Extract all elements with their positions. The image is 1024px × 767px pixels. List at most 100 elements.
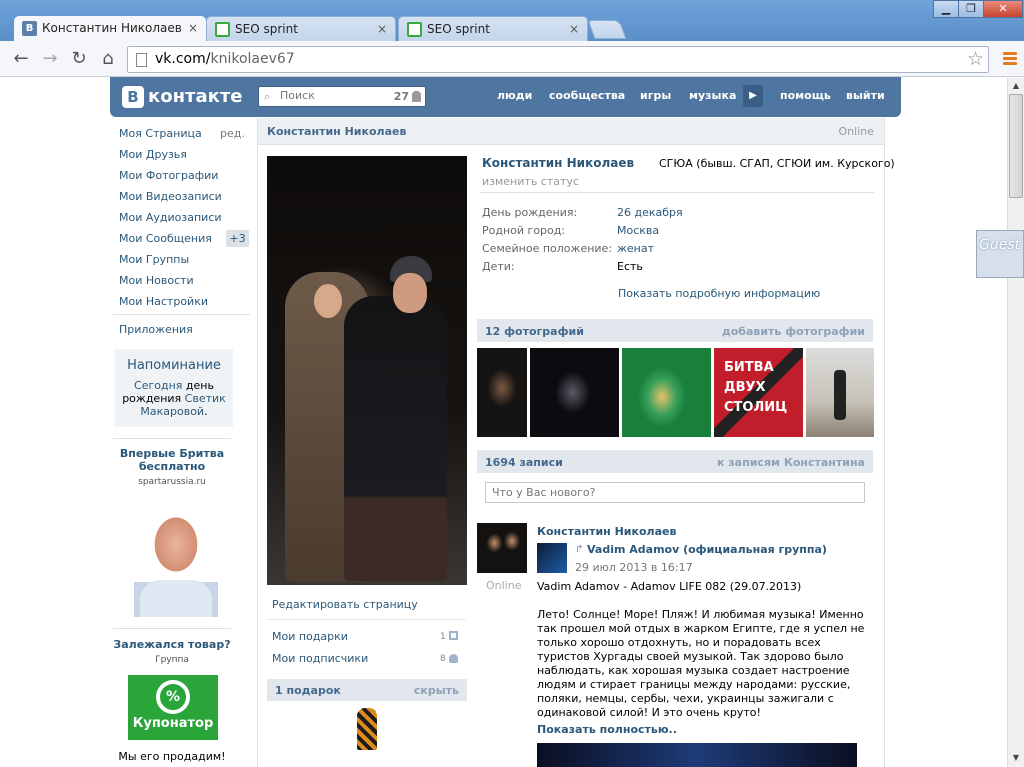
photo-thumbnail[interactable] xyxy=(530,348,619,437)
back-icon[interactable]: ← xyxy=(10,48,32,70)
menu-my-videos[interactable]: Мои Видеозаписи xyxy=(119,190,222,203)
post-date[interactable]: 29 июл 2013 в 16:17 xyxy=(575,561,693,574)
ad-divider xyxy=(113,628,231,629)
scroll-down-icon[interactable]: ▼ xyxy=(1008,750,1024,766)
menu-my-settings[interactable]: Мои Настройки xyxy=(119,295,208,308)
vk-logo[interactable]: Вконтакте xyxy=(122,86,242,108)
nav-games[interactable]: игры xyxy=(640,89,671,102)
browser-toolbar: ← → ↻ ⌂ vk.com/knikolaev67 ☆ xyxy=(0,41,1024,77)
scroll-up-icon[interactable]: ▲ xyxy=(1008,78,1024,94)
reload-icon[interactable]: ↻ xyxy=(68,48,90,70)
messages-badge[interactable]: +3 xyxy=(226,230,249,247)
nav-communities[interactable]: сообщества xyxy=(549,89,625,102)
search-count: 27 xyxy=(393,90,409,103)
ad-title[interactable]: Впервые Бритва бесплатно xyxy=(113,447,231,473)
gifts-hide-link[interactable]: скрыть xyxy=(414,684,459,697)
post-author-name[interactable]: Константин Николаев xyxy=(537,525,676,538)
menu-my-groups[interactable]: Мои Группы xyxy=(119,253,189,266)
scroll-thumb[interactable] xyxy=(1009,94,1023,198)
post-attachment-image[interactable] xyxy=(537,743,857,767)
photos-header: 12 фотографий добавить фотографии xyxy=(477,319,873,342)
bookmark-star-icon[interactable]: ☆ xyxy=(967,48,984,70)
maximize-button[interactable]: ❐ xyxy=(958,0,984,18)
add-photos-link[interactable]: добавить фотографии xyxy=(722,325,865,338)
show-full-post-link[interactable]: Показать полностью.. xyxy=(537,723,677,736)
wall-title[interactable]: 1694 записи xyxy=(485,456,563,469)
ad-razor[interactable]: Впервые Бритва бесплатно spartarussia.ru xyxy=(113,447,231,487)
gifts-title[interactable]: 1 подарок xyxy=(275,684,341,697)
search-input[interactable] xyxy=(280,89,390,102)
nav-logout[interactable]: выйти xyxy=(846,89,885,102)
ad-title[interactable]: Залежался товар? xyxy=(113,638,231,651)
reminder-text: Сегодня день рождения Светик Макаровой. xyxy=(122,379,226,418)
menu-my-friends[interactable]: Мои Друзья xyxy=(119,148,187,161)
photo-thumbnail[interactable]: БИТВА ДВУХ СТОЛИЦ xyxy=(714,348,803,437)
subscribers-count: 8 xyxy=(440,654,446,664)
repost-group-name[interactable]: Vadim Adamov (официальная группа) xyxy=(587,543,827,556)
tab-label: SEO sprint xyxy=(235,22,298,36)
hometown-value[interactable]: Москва xyxy=(617,224,659,237)
menu-my-photos[interactable]: Мои Фотографии xyxy=(119,169,218,182)
tab-close-icon[interactable]: × xyxy=(569,17,579,42)
birthday-value[interactable]: 26 декабря xyxy=(617,206,683,219)
wall-post-input[interactable] xyxy=(486,483,864,502)
kuponator-logo[interactable]: % Купонатор xyxy=(128,675,218,740)
menu-my-audio[interactable]: Мои Аудиозаписи xyxy=(119,211,222,224)
profile-photo[interactable] xyxy=(267,156,467,585)
minimize-button[interactable]: ▁ xyxy=(933,0,959,18)
photo-thumbnail[interactable] xyxy=(477,348,527,437)
gifts-count: 1 xyxy=(440,632,446,642)
nav-music[interactable]: музыка xyxy=(689,89,736,102)
menu-my-messages[interactable]: Мои Сообщения xyxy=(119,232,212,245)
nav-help[interactable]: помощь xyxy=(780,89,831,102)
my-subscribers-link[interactable]: Мои подписчики xyxy=(272,652,368,665)
tab-label: Константин Николаев xyxy=(42,21,182,35)
nav-people[interactable]: люди xyxy=(497,89,532,102)
profile-school: СГЮА (бывш. СГАП, СГЮИ им. Курского) xyxy=(659,157,895,170)
reminder-title: Напоминание xyxy=(127,358,221,373)
tab-seo-sprint-2[interactable]: SEO sprint × xyxy=(398,16,588,41)
photos-title[interactable]: 12 фотографий xyxy=(485,325,584,338)
play-icon[interactable]: ▶ xyxy=(743,85,763,107)
forward-icon[interactable]: → xyxy=(39,48,61,70)
post-author-avatar[interactable] xyxy=(477,523,527,573)
birthday-reminder: Напоминание Сегодня день рождения Светик… xyxy=(115,349,233,427)
photo-face xyxy=(314,284,342,318)
gift-icon xyxy=(449,631,458,640)
address-bar[interactable]: vk.com/knikolaev67 ☆ xyxy=(127,46,989,73)
seo-favicon-icon xyxy=(215,22,230,37)
search-box[interactable]: ⌕ 27 xyxy=(258,86,426,107)
new-tab-button[interactable] xyxy=(587,20,627,39)
st-george-ribbon-gift[interactable] xyxy=(357,708,377,750)
page-scrollbar[interactable]: ▲ ▼ xyxy=(1007,78,1024,767)
ad-kuponator[interactable]: Залежался товар? Группа xyxy=(113,638,231,665)
repost-group-avatar[interactable] xyxy=(537,543,567,573)
photo-thumbnail[interactable] xyxy=(806,348,874,437)
menu-my-page[interactable]: Моя Страница xyxy=(119,127,202,140)
my-gifts-link[interactable]: Мои подарки xyxy=(272,630,348,643)
percent-icon: % xyxy=(156,680,190,714)
tab-close-icon[interactable]: × xyxy=(188,16,198,41)
relationship-value[interactable]: женат xyxy=(617,242,654,255)
menu-apps[interactable]: Приложения xyxy=(119,323,193,336)
divider xyxy=(266,619,466,620)
change-status-link[interactable]: изменить статус xyxy=(482,175,579,188)
wall-owner-link[interactable]: к записям Константина xyxy=(717,456,865,469)
reminder-today-link[interactable]: Сегодня xyxy=(134,379,182,392)
close-window-button[interactable]: ✕ xyxy=(983,0,1023,18)
tab-close-icon[interactable]: × xyxy=(377,17,387,42)
tab-seo-sprint-1[interactable]: SEO sprint × xyxy=(206,16,396,41)
show-more-info-link[interactable]: Показать подробную информацию xyxy=(618,287,820,300)
home-icon[interactable]: ⌂ xyxy=(97,48,119,70)
edit-page-link[interactable]: Редактировать страницу xyxy=(272,598,418,611)
menu-icon[interactable] xyxy=(1003,52,1017,66)
menu-my-news[interactable]: Мои Новости xyxy=(119,274,194,287)
photo-thumbnail[interactable] xyxy=(622,348,711,437)
ad-man-image[interactable] xyxy=(134,500,218,617)
edit-link[interactable]: ред. xyxy=(220,127,245,140)
tab-vk-profile[interactable]: В Константин Николаев × xyxy=(14,16,206,41)
guest-overlay-badge[interactable]: Guest xyxy=(976,230,1024,278)
hometown-label: Родной город: xyxy=(482,224,566,237)
wall-post-field[interactable] xyxy=(485,482,865,503)
vk-header: Вконтакте ⌕ 27 люди сообщества игры музы… xyxy=(110,77,901,117)
